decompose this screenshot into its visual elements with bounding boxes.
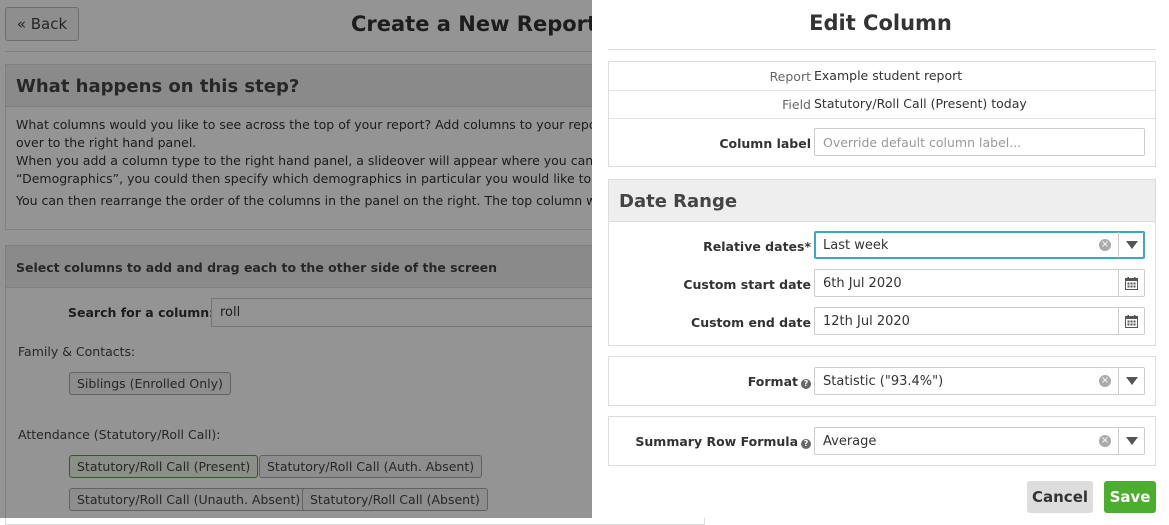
report-label: Report (769, 69, 811, 84)
field-value: Statutory/Roll Call (Present) today (814, 96, 1027, 111)
report-value: Example student report (814, 68, 963, 83)
format-label: Format? (748, 374, 811, 389)
help-icon[interactable]: ? (801, 439, 811, 449)
clear-icon[interactable]: × (1099, 375, 1111, 387)
panel-divider (608, 49, 1156, 50)
column-details-box: Report Example student report Field Stat… (608, 61, 1156, 167)
column-label-field[interactable] (814, 128, 1145, 156)
chevron-down-icon[interactable] (1118, 368, 1144, 394)
calendar-icon[interactable] (1118, 308, 1144, 334)
field-label: Field (782, 97, 811, 112)
save-button[interactable]: Save (1104, 481, 1156, 513)
format-value: Statistic ("93.4%") (823, 374, 944, 389)
custom-end-date-label: Custom end date (691, 315, 811, 330)
custom-start-date-field[interactable]: 6th Jul 2020 (814, 269, 1145, 297)
date-range-heading: Date Range (609, 180, 1155, 222)
clear-icon[interactable]: × (1099, 435, 1111, 447)
format-label-text: Format (747, 374, 798, 389)
clear-icon[interactable]: × (1099, 239, 1111, 251)
summary-label-text: Summary Row Formula (635, 434, 798, 449)
summary-label: Summary Row Formula? (635, 434, 811, 449)
custom-end-date-field[interactable]: 12th Jul 2020 (814, 307, 1145, 335)
custom-start-date-value: 6th Jul 2020 (823, 276, 902, 291)
date-range-box: Date Range Relative dates* Last week × C… (608, 179, 1156, 346)
help-icon[interactable]: ? (801, 379, 811, 389)
edit-column-slideover: Edit Column Report Example student repor… (592, 0, 1169, 518)
panel-title: Edit Column (809, 11, 952, 35)
modal-backdrop[interactable] (0, 0, 592, 518)
relative-dates-select[interactable]: Last week × (814, 231, 1145, 259)
custom-start-date-label: Custom start date (683, 277, 811, 292)
summary-box: Summary Row Formula? Average × (608, 416, 1156, 466)
format-box: Format? Statistic ("93.4%") × (608, 356, 1156, 406)
row-divider (609, 90, 1155, 91)
cancel-button[interactable]: Cancel (1027, 481, 1093, 513)
custom-end-date-value: 12th Jul 2020 (823, 314, 910, 329)
chevron-down-icon[interactable] (1118, 232, 1144, 258)
relative-dates-value: Last week (823, 238, 889, 253)
column-label-label: Column label (719, 136, 811, 151)
chevron-down-icon[interactable] (1118, 428, 1144, 454)
relative-dates-label: Relative dates* (703, 239, 811, 254)
format-select[interactable]: Statistic ("93.4%") × (814, 367, 1145, 395)
summary-formula-value: Average (823, 434, 877, 449)
calendar-icon[interactable] (1118, 270, 1144, 296)
row-divider (609, 118, 1155, 119)
column-label-input[interactable] (815, 129, 1144, 155)
summary-formula-select[interactable]: Average × (814, 427, 1145, 455)
